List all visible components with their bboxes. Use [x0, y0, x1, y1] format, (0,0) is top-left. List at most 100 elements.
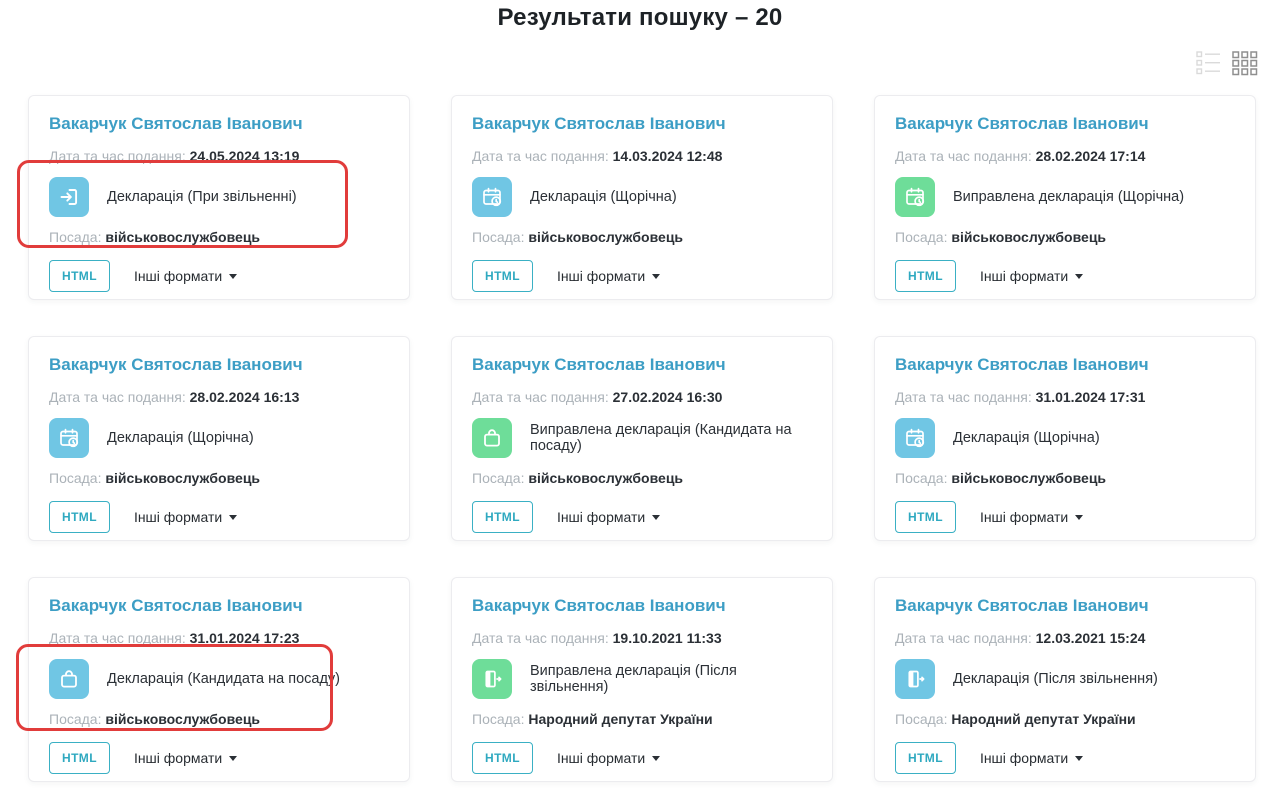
other-formats-dropdown[interactable]: Інші формати: [557, 509, 660, 525]
other-formats-dropdown[interactable]: Інші формати: [557, 750, 660, 766]
date-value: 12.03.2021 15:24: [1036, 630, 1146, 646]
view-toggle-group: [1196, 50, 1258, 76]
position-value: військовослужбовець: [528, 470, 683, 486]
exit-arrow-icon: [49, 177, 89, 217]
other-formats-label: Інші формати: [134, 268, 222, 284]
date-label: Дата та час подання:: [895, 148, 1032, 164]
declaration-type: Виправлена декларація (Після звільнення): [530, 663, 812, 695]
declaration-type: Виправлена декларація (Кандидата на поса…: [530, 422, 812, 454]
list-view-icon[interactable]: [1196, 50, 1221, 76]
date-label: Дата та час подання:: [895, 630, 1032, 646]
chevron-down-icon: [1075, 756, 1083, 761]
position-label: Посада:: [895, 470, 947, 486]
other-formats-dropdown[interactable]: Інші формати: [980, 509, 1083, 525]
html-button[interactable]: HTML: [895, 260, 956, 292]
position-value: військовослужбовець: [951, 470, 1106, 486]
position-label: Посада:: [472, 229, 524, 245]
position-value: військовослужбовець: [105, 470, 260, 486]
position-label: Посада:: [895, 229, 947, 245]
chevron-down-icon: [1075, 274, 1083, 279]
grid-view-icon[interactable]: [1232, 50, 1258, 76]
date-label: Дата та час подання:: [472, 389, 609, 405]
position-value: Народний депутат України: [951, 711, 1135, 727]
chevron-down-icon: [652, 515, 660, 520]
html-button[interactable]: HTML: [472, 742, 533, 774]
declaration-card: Вакарчук Святослав Іванович Дата та час …: [28, 577, 410, 782]
person-name-link[interactable]: Вакарчук Святослав Іванович: [49, 595, 303, 617]
chevron-down-icon: [229, 515, 237, 520]
date-value: 31.01.2024 17:31: [1036, 389, 1146, 405]
door-exit-icon: [472, 659, 512, 699]
chevron-down-icon: [229, 756, 237, 761]
date-value: 27.02.2024 16:30: [613, 389, 723, 405]
position-value: військовослужбовець: [951, 229, 1106, 245]
date-label: Дата та час подання:: [49, 148, 186, 164]
declaration-type: Декларація (Щорічна): [530, 189, 677, 205]
html-button[interactable]: HTML: [49, 501, 110, 533]
html-button[interactable]: HTML: [49, 260, 110, 292]
person-name-link[interactable]: Вакарчук Святослав Іванович: [895, 113, 1149, 135]
declaration-type: Декларація (Щорічна): [107, 430, 254, 446]
other-formats-dropdown[interactable]: Інші формати: [980, 268, 1083, 284]
other-formats-dropdown[interactable]: Інші формати: [134, 509, 237, 525]
html-button[interactable]: HTML: [895, 742, 956, 774]
chevron-down-icon: [652, 274, 660, 279]
other-formats-label: Інші формати: [134, 509, 222, 525]
position-label: Посада:: [472, 470, 524, 486]
date-value: 28.02.2024 16:13: [190, 389, 300, 405]
date-label: Дата та час подання:: [472, 630, 609, 646]
position-value: військовослужбовець: [105, 711, 260, 727]
date-value: 28.02.2024 17:14: [1036, 148, 1146, 164]
person-name-link[interactable]: Вакарчук Святослав Іванович: [49, 113, 303, 135]
person-name-link[interactable]: Вакарчук Святослав Іванович: [472, 354, 726, 376]
position-label: Посада:: [895, 711, 947, 727]
other-formats-dropdown[interactable]: Інші формати: [134, 268, 237, 284]
calendar-clock-icon: [49, 418, 89, 458]
date-label: Дата та час подання:: [895, 389, 1032, 405]
date-label: Дата та час подання:: [49, 630, 186, 646]
declaration-type: Виправлена декларація (Щорічна): [953, 189, 1184, 205]
other-formats-label: Інші формати: [557, 750, 645, 766]
declaration-card: Вакарчук Святослав Іванович Дата та час …: [28, 336, 410, 541]
date-value: 24.05.2024 13:19: [190, 148, 300, 164]
other-formats-label: Інші формати: [980, 750, 1068, 766]
declaration-card: Вакарчук Святослав Іванович Дата та час …: [874, 577, 1256, 782]
other-formats-label: Інші формати: [134, 750, 222, 766]
html-button[interactable]: HTML: [49, 742, 110, 774]
position-label: Посада:: [49, 470, 101, 486]
chevron-down-icon: [652, 756, 660, 761]
other-formats-dropdown[interactable]: Інші формати: [557, 268, 660, 284]
html-button[interactable]: HTML: [472, 260, 533, 292]
declaration-card: Вакарчук Святослав Іванович Дата та час …: [874, 95, 1256, 300]
date-label: Дата та час подання:: [49, 389, 186, 405]
chevron-down-icon: [1075, 515, 1083, 520]
person-name-link[interactable]: Вакарчук Святослав Іванович: [895, 354, 1149, 376]
declaration-card: Вакарчук Святослав Іванович Дата та час …: [28, 95, 410, 300]
declaration-type: Декларація (Щорічна): [953, 430, 1100, 446]
html-button[interactable]: HTML: [895, 501, 956, 533]
person-name-link[interactable]: Вакарчук Святослав Іванович: [472, 113, 726, 135]
results-grid: Вакарчук Святослав Іванович Дата та час …: [28, 95, 1256, 782]
other-formats-dropdown[interactable]: Інші формати: [134, 750, 237, 766]
position-value: військовослужбовець: [105, 229, 260, 245]
declaration-type: Декларація (При звільненні): [107, 189, 297, 205]
other-formats-label: Інші формати: [557, 268, 645, 284]
declaration-type: Декларація (Після звільнення): [953, 671, 1158, 687]
person-name-link[interactable]: Вакарчук Святослав Іванович: [895, 595, 1149, 617]
position-label: Посада:: [49, 229, 101, 245]
declaration-card: Вакарчук Святослав Іванович Дата та час …: [451, 95, 833, 300]
person-name-link[interactable]: Вакарчук Святослав Іванович: [49, 354, 303, 376]
other-formats-dropdown[interactable]: Інші формати: [980, 750, 1083, 766]
position-label: Посада:: [472, 711, 524, 727]
date-label: Дата та час подання:: [472, 148, 609, 164]
chevron-down-icon: [229, 274, 237, 279]
page-title: Результати пошуку – 20: [0, 0, 1280, 32]
position-value: військовослужбовець: [528, 229, 683, 245]
calendar-clock-icon: [895, 418, 935, 458]
calendar-clock-icon: [895, 177, 935, 217]
other-formats-label: Інші формати: [557, 509, 645, 525]
person-name-link[interactable]: Вакарчук Святослав Іванович: [472, 595, 726, 617]
other-formats-label: Інші формати: [980, 268, 1068, 284]
html-button[interactable]: HTML: [472, 501, 533, 533]
position-label: Посада:: [49, 711, 101, 727]
